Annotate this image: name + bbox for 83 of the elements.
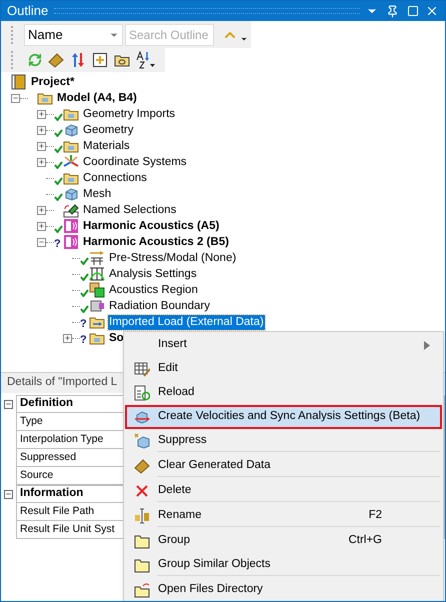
menu-item[interactable]: Open Files Directory bbox=[125, 578, 442, 601]
tree-item[interactable]: Geometry Imports bbox=[82, 106, 176, 122]
reload-icon bbox=[134, 385, 150, 401]
group-header: Definition bbox=[20, 396, 74, 412]
named-selection-icon bbox=[63, 202, 79, 218]
folder-icon bbox=[134, 557, 150, 573]
expand-icon[interactable] bbox=[37, 110, 46, 118]
grid-icon bbox=[89, 266, 105, 282]
menu-item[interactable]: Create Velocities and Sync Analysis Settings (Beta) bbox=[125, 405, 442, 429]
tree-item[interactable]: Harmonic Acoustics 2 (B5) bbox=[82, 234, 230, 250]
harmonic-icon bbox=[63, 234, 79, 250]
expand-icon[interactable] bbox=[63, 334, 72, 342]
folder-icon bbox=[134, 533, 150, 549]
menu-item[interactable]: Suppress bbox=[125, 429, 442, 454]
status-mark: ? bbox=[80, 319, 88, 330]
collapse-icon[interactable] bbox=[11, 94, 20, 102]
harmonic-icon bbox=[63, 218, 79, 234]
menu-item[interactable]: Group Ctrl+G bbox=[125, 529, 442, 553]
tree-item[interactable]: Harmonic Acoustics (A5) bbox=[82, 218, 220, 234]
sort-icon[interactable] bbox=[136, 51, 156, 69]
expand-icon[interactable] bbox=[37, 206, 46, 214]
eraser-icon bbox=[134, 458, 150, 474]
tree-item[interactable]: Coordinate Systems bbox=[82, 154, 188, 170]
property-label: Result File Unit Syst bbox=[20, 522, 115, 537]
cube-arrow-icon bbox=[134, 409, 150, 425]
tree-item[interactable]: Radiation Boundary bbox=[108, 298, 212, 314]
property-label: Interpolation Type bbox=[20, 432, 104, 447]
menu-item[interactable]: Group Similar Objects bbox=[125, 553, 442, 578]
property-label: Result File Path bbox=[20, 504, 94, 519]
expand-icon[interactable] bbox=[37, 158, 46, 166]
add-icon[interactable] bbox=[92, 52, 108, 68]
property-label: Type bbox=[20, 414, 43, 429]
cube-icon bbox=[89, 298, 105, 314]
window-title: Outline bbox=[7, 2, 48, 20]
delete-icon bbox=[134, 483, 150, 499]
arrow-icon bbox=[89, 250, 105, 266]
folder-icon bbox=[134, 582, 150, 598]
expand-icon[interactable] bbox=[37, 222, 46, 230]
cubes-icon bbox=[89, 282, 105, 298]
tree-item[interactable]: So bbox=[108, 330, 125, 346]
tree-item[interactable]: Acoustics Region bbox=[108, 282, 199, 298]
property-label: Source bbox=[20, 468, 54, 483]
menu-item[interactable]: Clear Generated Data bbox=[125, 454, 442, 479]
tree-item[interactable]: Materials bbox=[82, 138, 131, 154]
close-icon[interactable] bbox=[425, 4, 439, 18]
status-mark: ? bbox=[54, 239, 62, 250]
tree-item[interactable]: Analysis Settings bbox=[108, 266, 198, 282]
cube-icon bbox=[63, 122, 79, 138]
cube-icon bbox=[134, 433, 150, 449]
refresh-icon[interactable] bbox=[28, 53, 42, 67]
expand-icon[interactable] bbox=[37, 142, 46, 150]
group-header: Information bbox=[20, 486, 84, 502]
cube-icon bbox=[63, 186, 79, 202]
status-mark: ? bbox=[80, 335, 88, 346]
menu-item[interactable]: Insert bbox=[125, 333, 442, 357]
search-field[interactable]: Search Outline bbox=[125, 24, 214, 46]
property-label: Suppressed bbox=[20, 450, 76, 465]
rename-icon bbox=[134, 508, 150, 524]
menu-item[interactable]: Rename F2 bbox=[125, 504, 442, 529]
tree-item[interactable]: Named Selections bbox=[82, 202, 178, 218]
book-icon bbox=[11, 74, 27, 90]
expand-icon[interactable] bbox=[37, 126, 46, 134]
eraser-icon[interactable] bbox=[48, 52, 64, 68]
menu-item[interactable]: Edit bbox=[125, 357, 442, 381]
tree-item[interactable]: Project* bbox=[30, 74, 76, 90]
tree-item[interactable]: Mesh bbox=[82, 186, 112, 202]
tree-item[interactable]: Imported Load (External Data) bbox=[108, 314, 265, 330]
tree-item[interactable]: Connections bbox=[82, 170, 148, 186]
filter-dropdown[interactable]: Name bbox=[24, 24, 123, 46]
submenu-arrow-icon bbox=[424, 340, 430, 350]
menu-item[interactable]: Delete bbox=[125, 479, 442, 504]
details-header: Details of "Imported L bbox=[7, 375, 118, 390]
tree-item[interactable]: Geometry bbox=[82, 122, 134, 138]
table-icon bbox=[134, 361, 150, 377]
collapse-icon[interactable] bbox=[4, 400, 13, 408]
collapse-icon[interactable] bbox=[37, 238, 46, 246]
maximize-icon[interactable] bbox=[407, 5, 419, 17]
menu-item[interactable]: Reload bbox=[125, 381, 442, 405]
collapse-icon[interactable] bbox=[4, 490, 13, 498]
pin-icon[interactable] bbox=[386, 4, 399, 18]
tree-item[interactable]: Model (A4, B4) bbox=[56, 90, 138, 106]
tree-item[interactable]: Pre-Stress/Modal (None) bbox=[108, 250, 238, 266]
sort-arrows-icon[interactable] bbox=[70, 52, 86, 68]
